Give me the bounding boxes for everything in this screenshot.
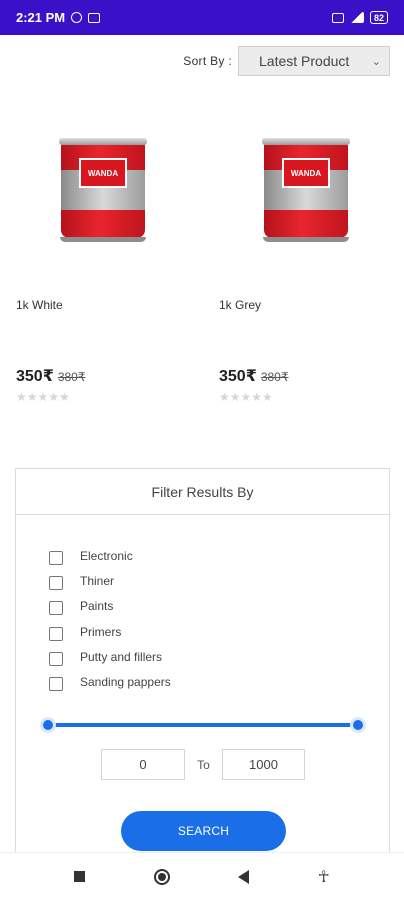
- filter-option[interactable]: Paints: [49, 594, 171, 619]
- price-min-input[interactable]: 0: [101, 749, 185, 780]
- rating-stars: ★★★★★: [219, 390, 273, 404]
- filter-checkbox[interactable]: [49, 575, 63, 590]
- product-name[interactable]: 1k Grey: [219, 298, 261, 312]
- notification-icon: [88, 12, 101, 23]
- chevron-down-icon: ⌄: [371, 55, 381, 68]
- status-time: 2:21 PM: [16, 10, 66, 25]
- filter-label: Paints: [80, 599, 114, 614]
- price-range-inputs: 0 To 1000: [101, 749, 305, 780]
- price-max-input[interactable]: 1000: [222, 749, 305, 780]
- brand-logo: WANDA: [79, 158, 127, 188]
- filter-option[interactable]: Sanding pappers: [49, 669, 171, 694]
- filter-checkbox[interactable]: [49, 677, 63, 692]
- price-row: 350₹ 380₹: [219, 366, 288, 386]
- filter-checkbox[interactable]: [49, 651, 63, 666]
- product-name[interactable]: 1k White: [16, 298, 63, 312]
- filter-title: Filter Results By: [16, 469, 389, 515]
- product-old-price: 380₹: [57, 370, 86, 384]
- filter-checkbox[interactable]: [49, 550, 63, 565]
- filter-option[interactable]: Thiner: [49, 568, 171, 593]
- sort-row: Sort By : Latest Product ⌄: [183, 46, 390, 76]
- price-min-handle[interactable]: [40, 717, 56, 733]
- product-price: 350₹: [16, 368, 54, 385]
- brand-logo: WANDA: [282, 158, 330, 188]
- wifi-icon: [331, 12, 344, 23]
- back-icon[interactable]: [238, 869, 250, 884]
- filter-option[interactable]: Putty and fillers: [49, 644, 171, 669]
- system-navigation-bar: ☥: [0, 852, 404, 900]
- filter-checkbox[interactable]: [49, 626, 63, 641]
- product-price: 350₹: [219, 368, 257, 385]
- search-button[interactable]: SEARCH: [121, 811, 286, 851]
- battery-icon: 82: [369, 11, 388, 24]
- filter-checkbox[interactable]: [49, 601, 63, 616]
- accessibility-icon[interactable]: ☥: [318, 867, 330, 887]
- status-bar: 2:21 PM 82: [0, 0, 404, 35]
- product-image[interactable]: WANDA: [57, 138, 149, 242]
- sort-selected-value: Latest Product: [259, 53, 350, 69]
- filter-label: Electronic: [80, 548, 133, 563]
- to-label: To: [197, 757, 210, 772]
- recents-icon[interactable]: [74, 871, 86, 882]
- price-row: 350₹ 380₹: [16, 366, 85, 386]
- filter-option[interactable]: Primers: [49, 619, 171, 644]
- product-old-price: 380₹: [260, 370, 289, 384]
- filter-panel: Filter Results By Electronic Thiner Pain…: [15, 468, 390, 868]
- filter-label: Thiner: [80, 573, 115, 588]
- price-max-handle[interactable]: [350, 717, 366, 733]
- price-range-slider[interactable]: [40, 717, 366, 733]
- sort-dropdown[interactable]: Latest Product ⌄: [238, 46, 390, 76]
- rating-stars: ★★★★★: [16, 390, 70, 404]
- filter-option[interactable]: Electronic: [49, 543, 171, 568]
- product-image[interactable]: WANDA: [260, 138, 352, 242]
- filter-label: Sanding pappers: [80, 675, 171, 690]
- alarm-icon: [71, 12, 83, 23]
- filter-label: Primers: [80, 624, 122, 639]
- home-icon[interactable]: [153, 868, 170, 885]
- signal-icon: [349, 12, 364, 23]
- filter-label: Putty and fillers: [80, 649, 163, 664]
- sort-label: Sort By :: [183, 54, 232, 68]
- category-filter-list: Electronic Thiner Paints Primers Putty a…: [49, 543, 171, 695]
